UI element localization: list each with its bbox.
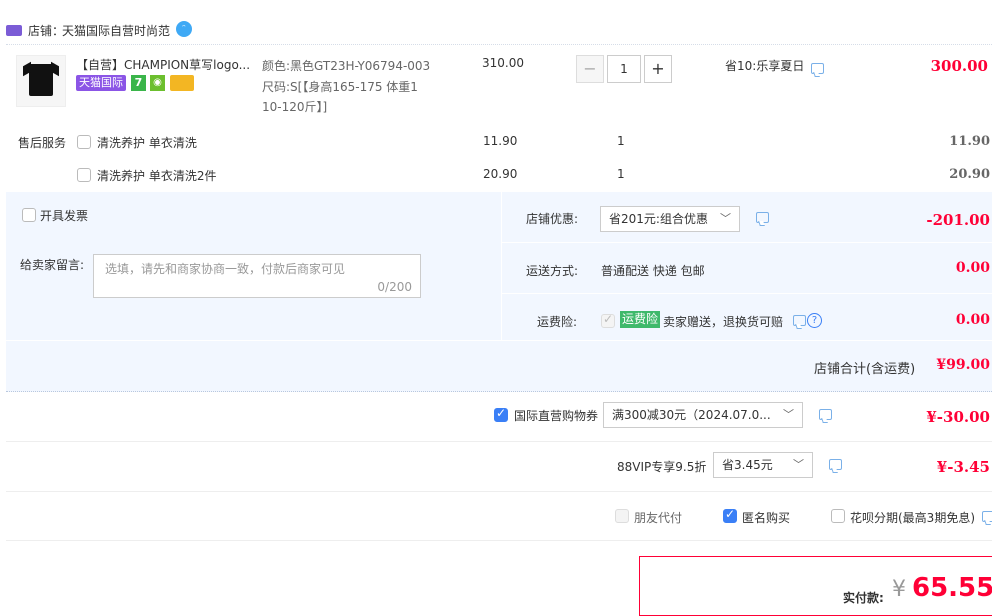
shipping-label: 运送方式: — [526, 264, 579, 278]
decrease-button[interactable]: − — [576, 55, 604, 83]
invoice-checkbox[interactable] — [22, 208, 36, 222]
payment-label: 实付款: — [843, 591, 884, 605]
coupon-selected: 满300减30元（2024.07.0... — [612, 408, 771, 422]
tmall-shop-icon — [6, 25, 22, 36]
product-size: 尺码:S[【身高165-175 体重1 10-120斤】] — [262, 77, 418, 117]
insurance-amount: 0.00 — [955, 312, 990, 328]
color-label: 颜色: — [262, 59, 291, 73]
order-options-panel: 开具发票 给卖家留言: 选填，请先和商家协商一致，付款后商家可见 0/200 店… — [6, 192, 992, 392]
message-counter: 0/200 — [377, 280, 412, 294]
vip-selected: 省3.45元 — [722, 458, 773, 472]
comment-icon[interactable] — [793, 315, 806, 326]
panel-hline-1 — [501, 242, 992, 243]
product-title[interactable]: 【自营】CHAMPION草写logo... — [76, 56, 250, 73]
message-placeholder: 选填，请先和商家协商一致，付款后商家可见 — [105, 262, 346, 276]
after-sales-price-1: 11.90 — [483, 134, 518, 148]
vip-amount: ¥-3.45 — [936, 458, 990, 476]
chevron-down-icon: ﹀ — [793, 458, 804, 471]
friend-pay-label: 朋友代付 — [634, 511, 683, 525]
insurance-label: 运费险: — [537, 315, 578, 329]
increase-button[interactable]: + — [644, 55, 672, 83]
payment-currency: ¥ — [892, 577, 906, 602]
tmall-intl-badge: 天猫国际 — [76, 75, 126, 91]
vip-label: 88VIP专享9.5折 — [617, 460, 707, 474]
after-sales-subtotal-1: 11.90 — [949, 134, 990, 149]
after-sales-qty-2: 1 — [617, 167, 625, 181]
shop-total-amount: ¥99.00 — [936, 357, 990, 373]
comment-icon[interactable] — [811, 63, 824, 74]
after-sales-checkbox-1[interactable] — [77, 135, 91, 149]
vip-select[interactable]: 省3.45元 ﹀ — [713, 452, 813, 478]
comment-icon[interactable] — [756, 212, 769, 223]
product-subtotal: 300.00 — [930, 57, 988, 75]
after-sales-subtotal-2: 20.90 — [949, 167, 990, 182]
friend-pay-checkbox — [615, 509, 629, 523]
divider — [6, 491, 992, 492]
payment-box: 实付款: ¥ 65.55 — [639, 556, 992, 616]
coupon-checkbox[interactable] — [494, 406, 508, 422]
invoice-label: 开具发票 — [40, 209, 89, 223]
shop-discount-selected: 省201元:组合优惠 — [609, 212, 708, 226]
panel-hline-3 — [6, 340, 992, 341]
anonymous-label: 匿名购买 — [742, 511, 791, 525]
coupon-amount: ¥-30.00 — [926, 408, 990, 426]
shop-prefix: 店铺： — [28, 24, 65, 38]
unit-price: 310.00 — [482, 56, 524, 70]
shop-discount-amount: -201.00 — [926, 211, 990, 229]
comment-icon[interactable] — [982, 511, 992, 522]
shop-total-label: 店铺合计(含运费) — [814, 362, 916, 377]
after-sales-name-2: 清洗养护 单衣清洗2件 — [97, 169, 217, 183]
help-icon[interactable]: ? — [807, 313, 822, 328]
size-label: 尺码: — [262, 80, 291, 94]
coupon-label: 国际直营购物券 — [514, 409, 599, 423]
size-value-line2: 10-120斤】] — [262, 100, 328, 114]
size-value-line1: S[【身高165-175 体重1 — [290, 80, 418, 94]
message-textarea[interactable]: 选填，请先和商家协商一致，付款后商家可见 0/200 — [93, 254, 421, 298]
shop-name[interactable]: 天猫国际自营时尚范 — [62, 22, 170, 39]
chevron-down-icon: ﹀ — [720, 212, 731, 225]
after-sales-qty-1: 1 — [617, 134, 625, 148]
divider — [6, 540, 992, 541]
comment-icon[interactable] — [819, 409, 832, 420]
discount-text: 省10:乐享夏日 — [725, 59, 805, 73]
huabei-label: 花呗分期(最高3期免息) — [850, 511, 975, 525]
shop-discount-select[interactable]: 省201元:组合优惠 ﹀ — [600, 206, 740, 232]
shop-discount-label: 店铺优惠: — [526, 212, 579, 226]
coupon-select[interactable]: 满300减30元（2024.07.0... ﹀ — [603, 402, 803, 428]
seven-day-return-icon: 7 — [131, 75, 146, 91]
panel-divider — [501, 192, 502, 340]
credit-card-icon — [170, 75, 194, 91]
chevron-down-icon: ﹀ — [783, 408, 794, 421]
huabei-checkbox[interactable] — [831, 509, 845, 523]
after-sales-checkbox-2[interactable] — [77, 168, 91, 182]
quantity-input[interactable]: 1 — [607, 55, 641, 83]
panel-hline-2 — [501, 293, 992, 294]
after-sales-label: 售后服务 — [18, 136, 67, 150]
after-sales-name-1: 清洗养护 单衣清洗 — [97, 136, 197, 150]
after-sales-price-2: 20.90 — [483, 167, 518, 181]
tshirt-icon — [29, 64, 53, 96]
insurance-checkbox: ✓ — [601, 312, 615, 328]
insurance-badge: 运费险 — [620, 311, 661, 328]
guarantee-icon: ◉ — [150, 75, 165, 91]
divider — [6, 44, 992, 45]
product-color: 颜色:黑色GT23H-Y06794-003 — [262, 57, 430, 74]
color-value: 黑色GT23H-Y06794-003 — [290, 59, 431, 73]
anonymous-checkbox[interactable] — [723, 507, 737, 523]
comment-icon[interactable] — [829, 459, 842, 470]
shipping-value: 普通配送 快递 包邮 — [601, 264, 705, 278]
insurance-text: 卖家赠送，退换货可赔 — [663, 315, 784, 329]
product-image[interactable] — [16, 55, 66, 107]
chat-bubble-icon[interactable]: ᵔ — [176, 21, 192, 37]
shipping-amount: 0.00 — [955, 260, 990, 276]
payment-amount: 65.55 — [912, 573, 992, 603]
message-label: 给卖家留言: — [20, 258, 85, 272]
divider — [6, 441, 992, 442]
